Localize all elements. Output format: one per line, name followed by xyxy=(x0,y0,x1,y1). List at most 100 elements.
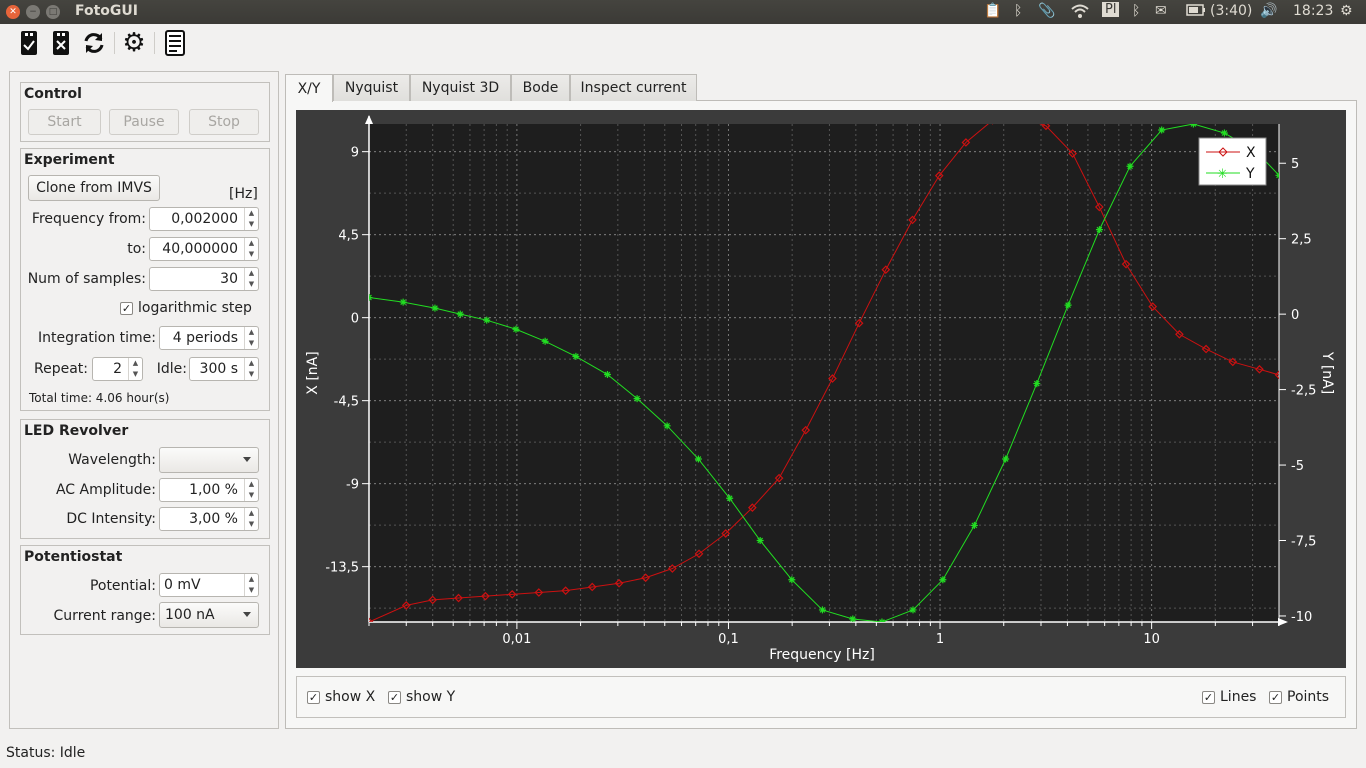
num-samples-input[interactable]: 30 ▲ ▼ xyxy=(149,267,259,291)
ac-amplitude-input[interactable]: 1,00 % ▲ ▼ xyxy=(159,478,259,502)
lines-checkbox[interactable]: ✓ xyxy=(1202,691,1215,704)
repeat-input[interactable]: 2 ▲ ▼ xyxy=(92,357,143,381)
settings-button[interactable]: ⚙ xyxy=(121,30,147,56)
bluetooth-icon[interactable]: ᛒ xyxy=(1014,3,1022,19)
num-samples-label: Num of samples: xyxy=(27,271,146,287)
frequency-unit-label: [Hz] xyxy=(229,186,258,202)
xy-plot[interactable]: 0,01 0,1 1 10 9 4,5 0 -4,5 -9 -13,5 5 2,5 0 -2,5 -5 -7,… xyxy=(296,110,1346,668)
led-revolver-group: LED Revolver Wavelength: AC Amplitude: 1… xyxy=(20,419,270,539)
total-time-label: Total time: 4.06 hour(s) xyxy=(29,391,170,405)
maximize-window-button[interactable]: □ xyxy=(46,5,60,19)
volume-icon[interactable]: 🔊 xyxy=(1260,3,1277,19)
start-button[interactable]: Start xyxy=(28,109,101,135)
toolbar-separator xyxy=(114,32,115,54)
frequency-from-label: Frequency from: xyxy=(31,211,146,227)
show-y-label: show Y xyxy=(406,689,456,705)
data-point-y xyxy=(878,618,886,622)
y2-tick-label: -5 xyxy=(1291,459,1304,474)
frequency-from-input[interactable]: 0,002000 ▲ ▼ xyxy=(149,207,259,231)
spin-arrows-icon[interactable]: ▲ ▼ xyxy=(244,574,258,596)
tab-inspect-current[interactable]: Inspect current xyxy=(570,74,697,101)
dc-intensity-label: DC Intensity: xyxy=(66,511,156,527)
pause-button[interactable]: Pause xyxy=(109,109,179,135)
battery-icon[interactable] xyxy=(1186,3,1206,21)
wavelength-select[interactable] xyxy=(159,447,259,473)
frequency-to-label: to: xyxy=(127,241,146,257)
data-point-y xyxy=(1064,301,1072,309)
refresh-button[interactable] xyxy=(81,30,107,56)
lines-label: Lines xyxy=(1220,689,1257,705)
y-tick-label: 9 xyxy=(351,146,359,161)
minimize-window-button[interactable]: − xyxy=(26,5,40,19)
system-gear-icon[interactable]: ⚙ xyxy=(1340,3,1353,19)
legend-y-marker: ✳ xyxy=(1217,167,1228,182)
y-tick-label: -13,5 xyxy=(325,561,359,576)
chevron-down-icon xyxy=(243,457,251,462)
plot-options-bar: ✓ show X ✓ show Y ✓ Lines ✓ Points xyxy=(296,676,1346,718)
potential-input[interactable]: 0 mV ▲ ▼ xyxy=(159,573,259,597)
points-checkbox[interactable]: ✓ xyxy=(1269,691,1282,704)
settings-panel: Control Start Pause Stop Experiment Clon… xyxy=(9,71,279,729)
tab-xy[interactable]: X/Y xyxy=(285,74,333,102)
current-range-label: Current range: xyxy=(53,608,156,624)
x-tick-label: 1 xyxy=(936,632,944,647)
current-range-select[interactable]: 100 nA xyxy=(159,602,259,628)
spin-arrows-icon[interactable]: ▲ ▼ xyxy=(244,238,258,260)
tab-nyquist[interactable]: Nyquist xyxy=(333,74,410,101)
y2-tick-label: 5 xyxy=(1291,157,1299,172)
usb-disconnect-icon xyxy=(53,31,69,55)
potentiostat-title: Potentiostat xyxy=(24,549,123,565)
chevron-down-icon xyxy=(243,612,251,617)
data-point-x xyxy=(991,124,994,125)
mail-icon[interactable]: ✉ xyxy=(1155,3,1167,19)
control-group: Control Start Pause Stop xyxy=(20,82,270,142)
spin-arrows-icon[interactable]: ▲ ▼ xyxy=(244,479,258,501)
spin-arrows-icon[interactable]: ▲ ▼ xyxy=(128,358,142,380)
window-title: FotoGUI xyxy=(75,3,138,19)
connect-usb-button[interactable] xyxy=(16,30,42,56)
y2-tick-label: 2,5 xyxy=(1291,233,1312,248)
attachment-icon[interactable]: 📎 xyxy=(1038,3,1055,19)
x-tick-label: 10 xyxy=(1143,632,1160,647)
bluetooth-icon-2[interactable]: ᛒ xyxy=(1132,3,1140,19)
y-axis-label: X [nA] xyxy=(305,351,321,394)
close-window-button[interactable]: ✕ xyxy=(6,5,20,19)
data-point-y xyxy=(1095,226,1103,234)
plot-legend: X ✳ Y xyxy=(1198,137,1267,186)
legend-x-label: X xyxy=(1246,145,1256,161)
points-label: Points xyxy=(1287,689,1330,705)
frequency-to-input[interactable]: 40,000000 ▲ ▼ xyxy=(149,237,259,261)
show-y-checkbox[interactable]: ✓ xyxy=(388,691,401,704)
tab-bode[interactable]: Bode xyxy=(511,74,570,101)
spin-arrows-icon[interactable]: ▲ ▼ xyxy=(244,268,258,290)
integration-time-input[interactable]: 4 periods ▲ ▼ xyxy=(159,326,259,350)
spin-arrows-icon[interactable]: ▲ ▼ xyxy=(244,358,258,380)
logarithmic-step-checkbox[interactable]: ✓ xyxy=(120,302,133,315)
spin-arrows-icon[interactable]: ▲ ▼ xyxy=(244,208,258,230)
clipboard-icon[interactable]: 📋 xyxy=(984,3,1001,19)
legend-box xyxy=(1198,137,1267,186)
tab-nyquist-3d[interactable]: Nyquist 3D xyxy=(410,74,511,101)
wifi-icon[interactable] xyxy=(1070,3,1090,23)
spin-arrows-icon[interactable]: ▲ ▼ xyxy=(244,327,258,349)
log-button[interactable] xyxy=(162,30,188,56)
y-tick-label: -4,5 xyxy=(334,395,359,410)
repeat-label: Repeat: xyxy=(34,361,88,377)
xy-plot-svg: 0,01 0,1 1 10 9 4,5 0 -4,5 -9 -13,5 5 2,5 0 -2,5 -5 -7,… xyxy=(305,115,1335,663)
show-x-label: show X xyxy=(325,689,376,705)
clock[interactable]: 18:23 xyxy=(1293,3,1333,19)
show-x-checkbox[interactable]: ✓ xyxy=(307,691,320,704)
keyboard-layout-indicator[interactable]: Pl xyxy=(1102,2,1120,17)
clone-from-imvs-button[interactable]: Clone from IMVS xyxy=(28,175,160,201)
stop-button[interactable]: Stop xyxy=(189,109,259,135)
x-tick-label: 0,1 xyxy=(718,632,739,647)
spin-arrows-icon[interactable]: ▲ ▼ xyxy=(244,508,258,530)
idle-input[interactable]: 300 s ▲ ▼ xyxy=(189,357,259,381)
disconnect-usb-button[interactable] xyxy=(48,30,74,56)
data-point-y xyxy=(1275,171,1279,179)
gear-icon: ⚙ xyxy=(122,28,146,58)
status-bar: Status: Idle xyxy=(6,745,86,761)
usb-connect-icon xyxy=(21,31,37,55)
dc-intensity-input[interactable]: 3,00 % ▲ ▼ xyxy=(159,507,259,531)
toolbar-separator xyxy=(154,32,155,54)
